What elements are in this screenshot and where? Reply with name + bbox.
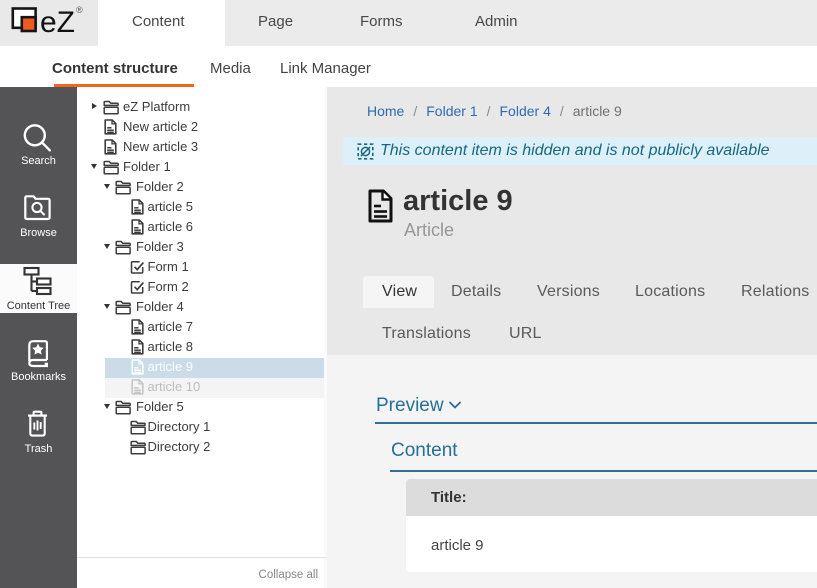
svg-text:eZ: eZ [40,6,75,39]
svg-text:®: ® [76,5,83,15]
